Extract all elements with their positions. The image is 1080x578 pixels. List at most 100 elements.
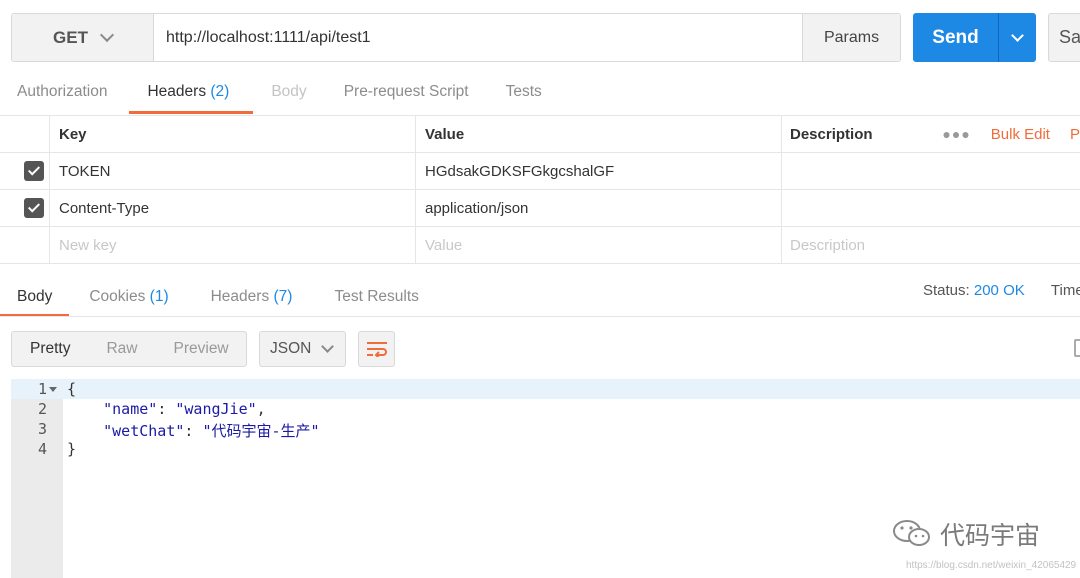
code-line: 4 } (11, 439, 1080, 459)
new-description-input[interactable]: Description (782, 227, 1080, 263)
code-text: { (67, 380, 77, 398)
status-label: Status: (923, 282, 970, 299)
code-text: "name": "wangJie", (103, 400, 266, 418)
column-value: Value (416, 116, 782, 152)
tab-count: (7) (273, 288, 293, 305)
line-number: 1 (37, 380, 47, 398)
column-key: Key (50, 116, 416, 152)
key-cell[interactable]: TOKEN (50, 153, 416, 189)
time-label: Time (1050, 282, 1080, 299)
status-badge: 200 OK (973, 282, 1025, 299)
header-checkbox-col (0, 116, 50, 152)
table-row: TOKEN HGdsakGDKSFGkgcshalGF (0, 153, 1080, 190)
save-button[interactable]: Sav (1048, 13, 1080, 62)
tab-label: Tests (505, 83, 542, 100)
fold-arrow-icon[interactable] (49, 387, 57, 392)
tab-label: Headers (210, 288, 270, 305)
table-row: Content-Type application/json (0, 190, 1080, 227)
tab-cookies[interactable]: Cookies (1) (89, 283, 168, 317)
value-cell[interactable]: HGdsakGDKSFGkgcshalGF (416, 153, 782, 189)
tab-label: Headers (147, 83, 207, 100)
chevron-down-icon (99, 27, 115, 42)
new-row: New key Value Description (0, 227, 1080, 264)
row-checkbox[interactable] (23, 161, 44, 181)
tab-test-results[interactable]: Test Results (334, 283, 418, 317)
send-label: Send (932, 26, 979, 48)
wrap-icon (366, 342, 387, 357)
row-checkbox-cell (0, 153, 50, 189)
preview-button[interactable]: Preview (156, 340, 247, 358)
tab-label: Pre-request Script (343, 83, 469, 100)
chevron-down-icon (1011, 28, 1024, 42)
line-number: 3 (37, 420, 47, 438)
tab-response-body[interactable]: Body (0, 283, 70, 317)
request-bar: GET http://localhost:1111/api/test1 Para… (11, 13, 901, 62)
row-checkbox-cell (0, 190, 50, 226)
tab-pre-request-script[interactable]: Pre-request Script (344, 78, 469, 114)
format-label: JSON (270, 340, 312, 357)
json-key: "wetChat" (103, 422, 185, 440)
tab-authorization[interactable]: Authorization (17, 78, 107, 114)
format-select[interactable]: JSON (259, 331, 346, 367)
json-value: "wangJie" (175, 400, 257, 418)
key-cell[interactable]: Content-Type (50, 190, 416, 226)
check-icon (27, 163, 40, 176)
tab-headers[interactable]: Headers (2) (129, 78, 254, 114)
watermark-url: https://blog.csdn.net/weixin_42065429 (906, 560, 1077, 571)
tab-count: (1) (149, 288, 169, 305)
wechat-icon (893, 520, 930, 546)
copy-icon[interactable] (1074, 339, 1080, 357)
json-punct: , (256, 400, 266, 418)
json-value: "代码宇宙-生产" (202, 422, 320, 440)
row-checkbox[interactable] (23, 198, 44, 218)
code-line: 3 "wetChat": "代码宇宙-生产" (11, 419, 1080, 440)
pretty-button[interactable]: Pretty (12, 340, 88, 358)
bulk-edit-link[interactable]: Bulk Edit (991, 126, 1050, 143)
divider (0, 316, 1080, 317)
column-description-label: Description (790, 125, 873, 143)
more-icon[interactable]: ●●● (942, 126, 970, 142)
line-number: 4 (37, 440, 47, 458)
tab-count: (2) (210, 83, 230, 100)
line-number: 2 (37, 400, 47, 418)
presets-link[interactable]: P (1070, 126, 1080, 143)
response-status: Status: 200 OK Time (923, 282, 1080, 299)
code-line: 2 "name": "wangJie", (11, 399, 1080, 419)
tab-label: Cookies (89, 288, 146, 305)
tab-body[interactable]: Body (271, 78, 306, 114)
column-description: Description ●●● Bulk Edit P (782, 116, 1080, 152)
raw-button[interactable]: Raw (88, 340, 155, 358)
divider (0, 263, 1080, 264)
tab-response-headers[interactable]: Headers (7) (211, 283, 293, 317)
wrap-lines-button[interactable] (358, 331, 395, 367)
params-button[interactable]: Params (802, 14, 900, 61)
chevron-down-icon (321, 340, 335, 353)
code-text: "wetChat": "代码宇宙-生产" (103, 422, 320, 440)
value-cell[interactable]: application/json (416, 190, 782, 226)
description-cell[interactable] (782, 153, 1080, 189)
row-checkbox-cell (0, 227, 50, 263)
description-cell[interactable] (782, 190, 1080, 226)
view-mode-group: Pretty Raw Preview (11, 331, 247, 367)
watermark-text: 代码宇宙 (940, 522, 1041, 550)
watermark: 代码宇宙 (892, 516, 1040, 552)
tab-label: Test Results (334, 288, 419, 305)
send-dropdown-button[interactable] (998, 13, 1036, 62)
new-value-input[interactable]: Value (416, 227, 782, 263)
tab-label: Body (17, 288, 53, 305)
method-label: GET (53, 27, 88, 47)
json-key: "name" (103, 400, 158, 418)
new-key-input[interactable]: New key (50, 227, 416, 263)
url-input[interactable]: http://localhost:1111/api/test1 (154, 14, 802, 61)
tab-label: Authorization (17, 83, 108, 100)
method-select[interactable]: GET (12, 14, 154, 61)
tab-label: Body (271, 83, 307, 100)
tab-tests[interactable]: Tests (506, 78, 542, 114)
send-button[interactable]: Send (913, 13, 1036, 62)
code-line: 1 { (11, 379, 1080, 399)
table-header-row: Key Value Description ●●● Bulk Edit P (0, 115, 1080, 153)
request-tabs: Authorization Headers (2) Body Pre-reque… (0, 78, 542, 114)
check-icon (27, 200, 40, 213)
headers-table: Key Value Description ●●● Bulk Edit P TO… (0, 115, 1080, 264)
code-text: } (67, 440, 77, 458)
